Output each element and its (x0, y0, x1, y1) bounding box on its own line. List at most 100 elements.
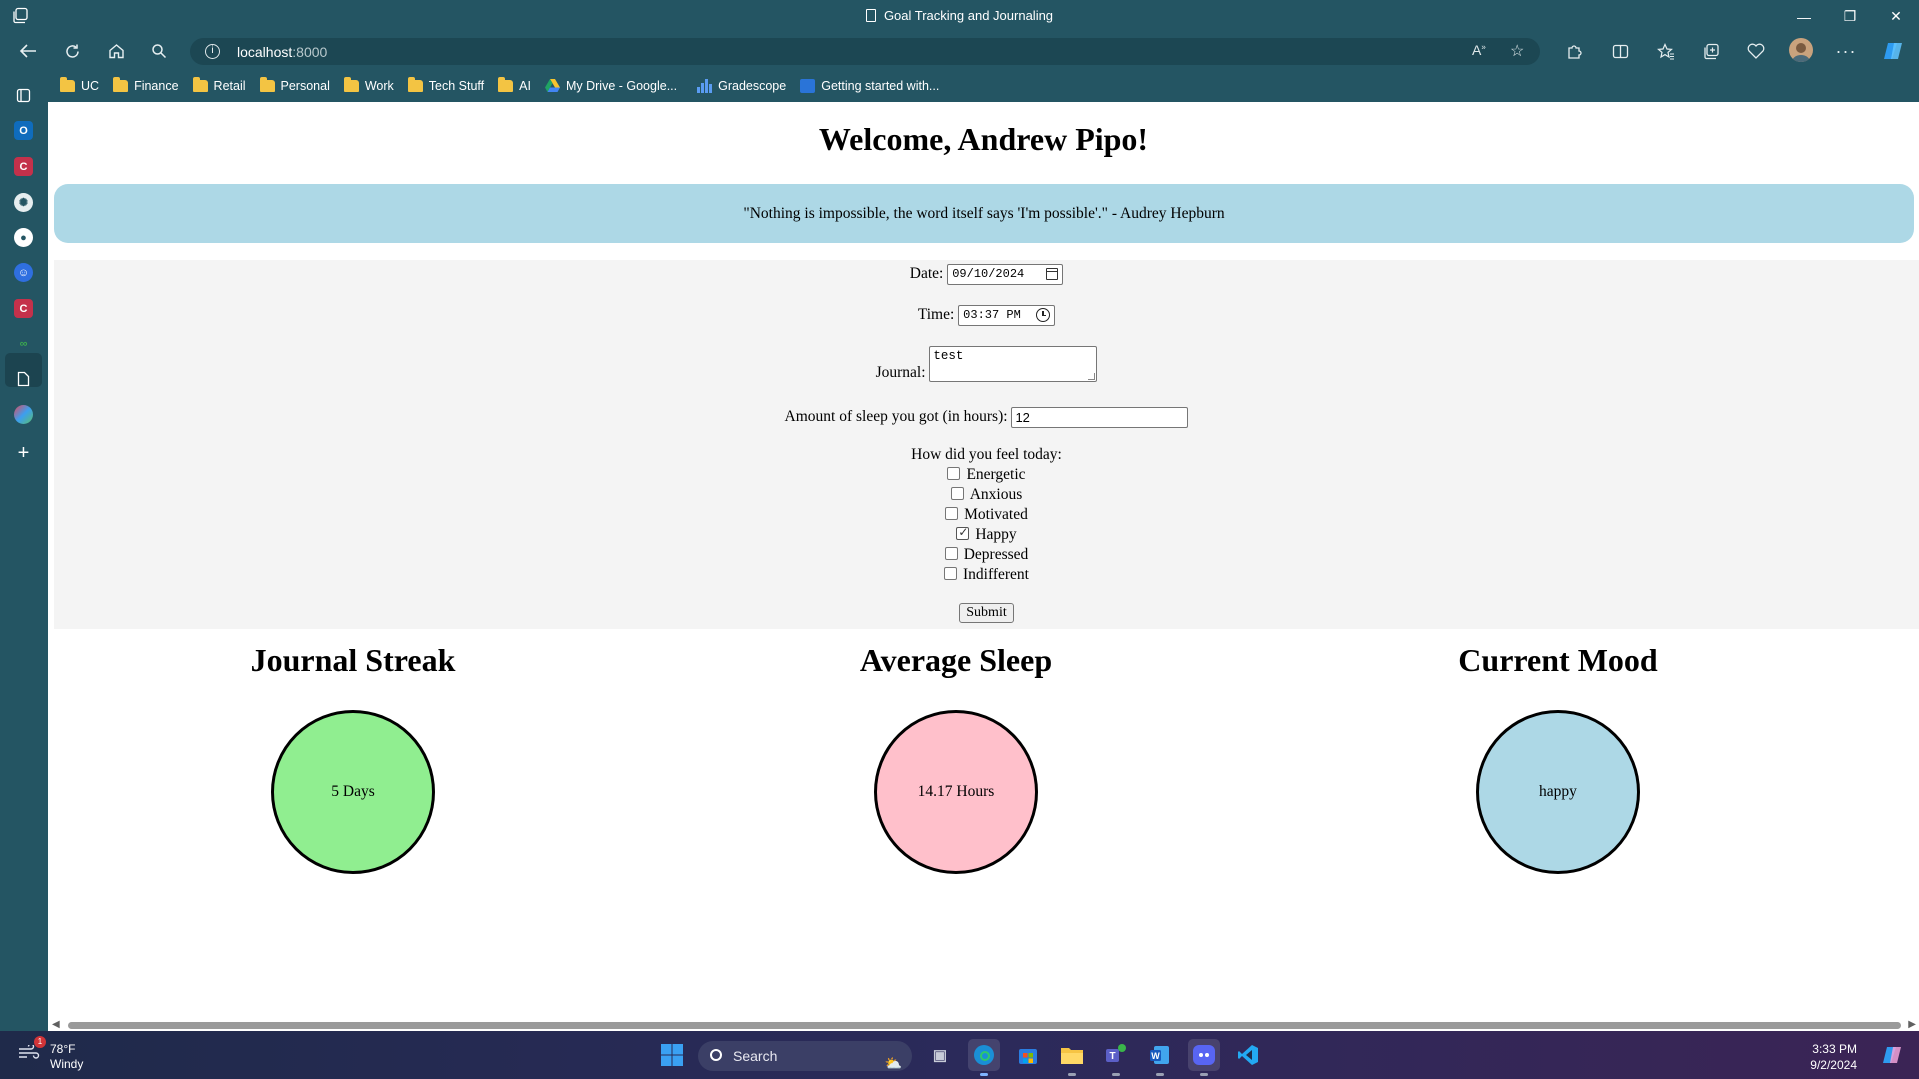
tab-actions-icon[interactable] (14, 86, 33, 105)
restore-button[interactable]: ❐ (1827, 0, 1873, 33)
stat-title: Average Sleep (859, 642, 1053, 678)
app-icon[interactable] (14, 405, 33, 424)
mood-checkbox[interactable] (944, 547, 958, 560)
bookmark-work[interactable]: Work (343, 76, 394, 93)
minimize-button[interactable]: — (1781, 0, 1827, 33)
favorites-icon[interactable] (1656, 41, 1676, 61)
more-options-icon[interactable]: ··· (1836, 41, 1856, 61)
app-icon[interactable]: C (14, 157, 33, 176)
copilot-icon[interactable] (1881, 41, 1905, 61)
mood-option-anxious[interactable]: Anxious (54, 486, 1919, 504)
back-arrow-icon[interactable] (14, 39, 42, 63)
current-mood-card: Current Mood happy (1308, 628, 1808, 874)
journal-text: test (933, 349, 964, 363)
bookmark-personal[interactable]: Personal (259, 76, 330, 93)
active-indicator (980, 1073, 988, 1076)
window-title: Goal Tracking and Journaling (0, 8, 1919, 23)
github-icon[interactable]: ● (14, 228, 33, 247)
submit-button[interactable]: Submit (959, 603, 1014, 623)
page-icon (865, 9, 876, 22)
favorite-star-icon[interactable]: ☆ (1510, 41, 1524, 61)
bookmark-finance[interactable]: Finance (113, 76, 179, 93)
page-icon[interactable] (14, 369, 33, 388)
mood-option-energetic[interactable]: Energetic (54, 466, 1919, 484)
search-icon[interactable] (145, 39, 173, 63)
bookmark-label: Finance (134, 78, 179, 93)
mood-checkbox-checked[interactable] (956, 525, 970, 540)
mood-option-depressed[interactable]: Depressed (54, 546, 1919, 564)
microsoft-store-icon[interactable] (1012, 1039, 1044, 1071)
app-icon[interactable]: ∞ (14, 334, 33, 353)
average-sleep-card: Average Sleep 14.17 Hours (706, 628, 1206, 874)
page-viewport: Welcome, Andrew Pipo! "Nothing is imposs… (48, 102, 1919, 1022)
teams-icon[interactable]: T (1100, 1039, 1132, 1076)
app-icon[interactable]: C (14, 299, 33, 318)
mood-option-happy[interactable]: Happy (54, 525, 1919, 544)
edge-browser-icon[interactable] (968, 1039, 1000, 1076)
home-icon[interactable] (102, 39, 130, 63)
calendar-icon[interactable] (1046, 268, 1059, 280)
url-field[interactable]: i localhost:8000 A» ☆ (190, 38, 1540, 65)
bookmark-retail[interactable]: Retail (192, 76, 246, 93)
mood-label: Indifferent (963, 566, 1029, 583)
journal-form: Date: 09/10/2024 Time: 03:37 PM Journal:… (54, 260, 1919, 629)
bookmark-my-drive[interactable]: My Drive - Google... (544, 78, 678, 93)
google-drive-icon (544, 79, 560, 92)
read-aloud-icon[interactable]: A» (1472, 42, 1486, 58)
vscode-icon[interactable] (1232, 1039, 1264, 1071)
notification-badge: 1 (34, 1036, 46, 1048)
file-explorer-icon[interactable] (1056, 1039, 1088, 1076)
bookmark-getting-started[interactable]: Getting started with... (800, 78, 939, 93)
close-window-button[interactable]: ✕ (1873, 0, 1919, 33)
mood-option-indifferent[interactable]: Indifferent (54, 566, 1919, 584)
scrollbar-thumb[interactable] (68, 1022, 1901, 1029)
openai-icon[interactable]: ✺ (14, 193, 33, 212)
profile-avatar[interactable] (1789, 38, 1813, 62)
scroll-right-arrow-icon[interactable]: ▶ (1908, 1019, 1916, 1030)
mood-circle: happy (1476, 710, 1640, 874)
weather-widget[interactable]: 1 78°F Windy (18, 1036, 83, 1072)
copilot-icon[interactable] (1876, 1039, 1908, 1071)
outlook-icon[interactable]: O (14, 121, 33, 140)
collections-icon[interactable] (1701, 41, 1721, 61)
word-icon[interactable]: W (1144, 1039, 1176, 1076)
split-screen-icon[interactable] (1610, 41, 1630, 61)
date-input[interactable]: 09/10/2024 (947, 264, 1064, 285)
browser-essentials-icon[interactable] (1746, 41, 1766, 61)
mood-checkbox[interactable] (947, 467, 961, 480)
taskbar-search[interactable]: Search ⛅ (698, 1041, 912, 1071)
time-input[interactable]: 03:37 PM (958, 305, 1056, 326)
bookmark-label: My Drive - Google... (565, 78, 678, 93)
app-icon[interactable]: ☺ (14, 263, 33, 282)
stat-value: happy (1539, 783, 1577, 800)
resize-grip-icon[interactable] (1088, 373, 1096, 380)
mood-checkbox[interactable] (944, 567, 957, 580)
mood-checkbox[interactable] (950, 487, 964, 500)
refresh-icon[interactable] (58, 39, 86, 63)
mood-checkbox[interactable] (945, 507, 959, 520)
bookmark-label: Retail (213, 78, 246, 93)
journal-textarea[interactable]: test (929, 346, 1098, 382)
task-view-icon[interactable]: ▣ (924, 1039, 956, 1071)
discord-icon[interactable] (1188, 1039, 1220, 1076)
windows-start-icon[interactable] (656, 1039, 688, 1071)
site-info-icon[interactable]: i (205, 44, 220, 59)
bookmark-uc[interactable]: UC (60, 76, 99, 93)
sleep-label: Amount of sleep you got (in hours): (784, 408, 1008, 426)
system-clock[interactable]: 3:33 PM 9/2/2024 (1810, 1041, 1857, 1073)
page-title: Welcome, Andrew Pipo! (818, 121, 1149, 157)
svg-text:T: T (1109, 1051, 1115, 1062)
gradescope-icon (800, 78, 816, 93)
folder-icon (498, 76, 514, 92)
horizontal-scrollbar[interactable]: ◀ ▶ (48, 1018, 1919, 1032)
add-icon[interactable]: + (14, 442, 33, 464)
bookmark-tech-stuff[interactable]: Tech Stuff (407, 76, 484, 93)
scroll-left-arrow-icon[interactable]: ◀ (52, 1019, 60, 1030)
clock-icon[interactable] (1036, 308, 1051, 322)
bookmark-gradescope[interactable]: Gradescope (697, 78, 786, 93)
mood-option-motivated[interactable]: Motivated (54, 506, 1919, 524)
sleep-input[interactable]: 12 (1011, 407, 1189, 428)
extensions-icon[interactable] (1564, 41, 1584, 61)
running-indicator (1112, 1073, 1120, 1076)
bookmark-ai[interactable]: AI (498, 76, 531, 93)
